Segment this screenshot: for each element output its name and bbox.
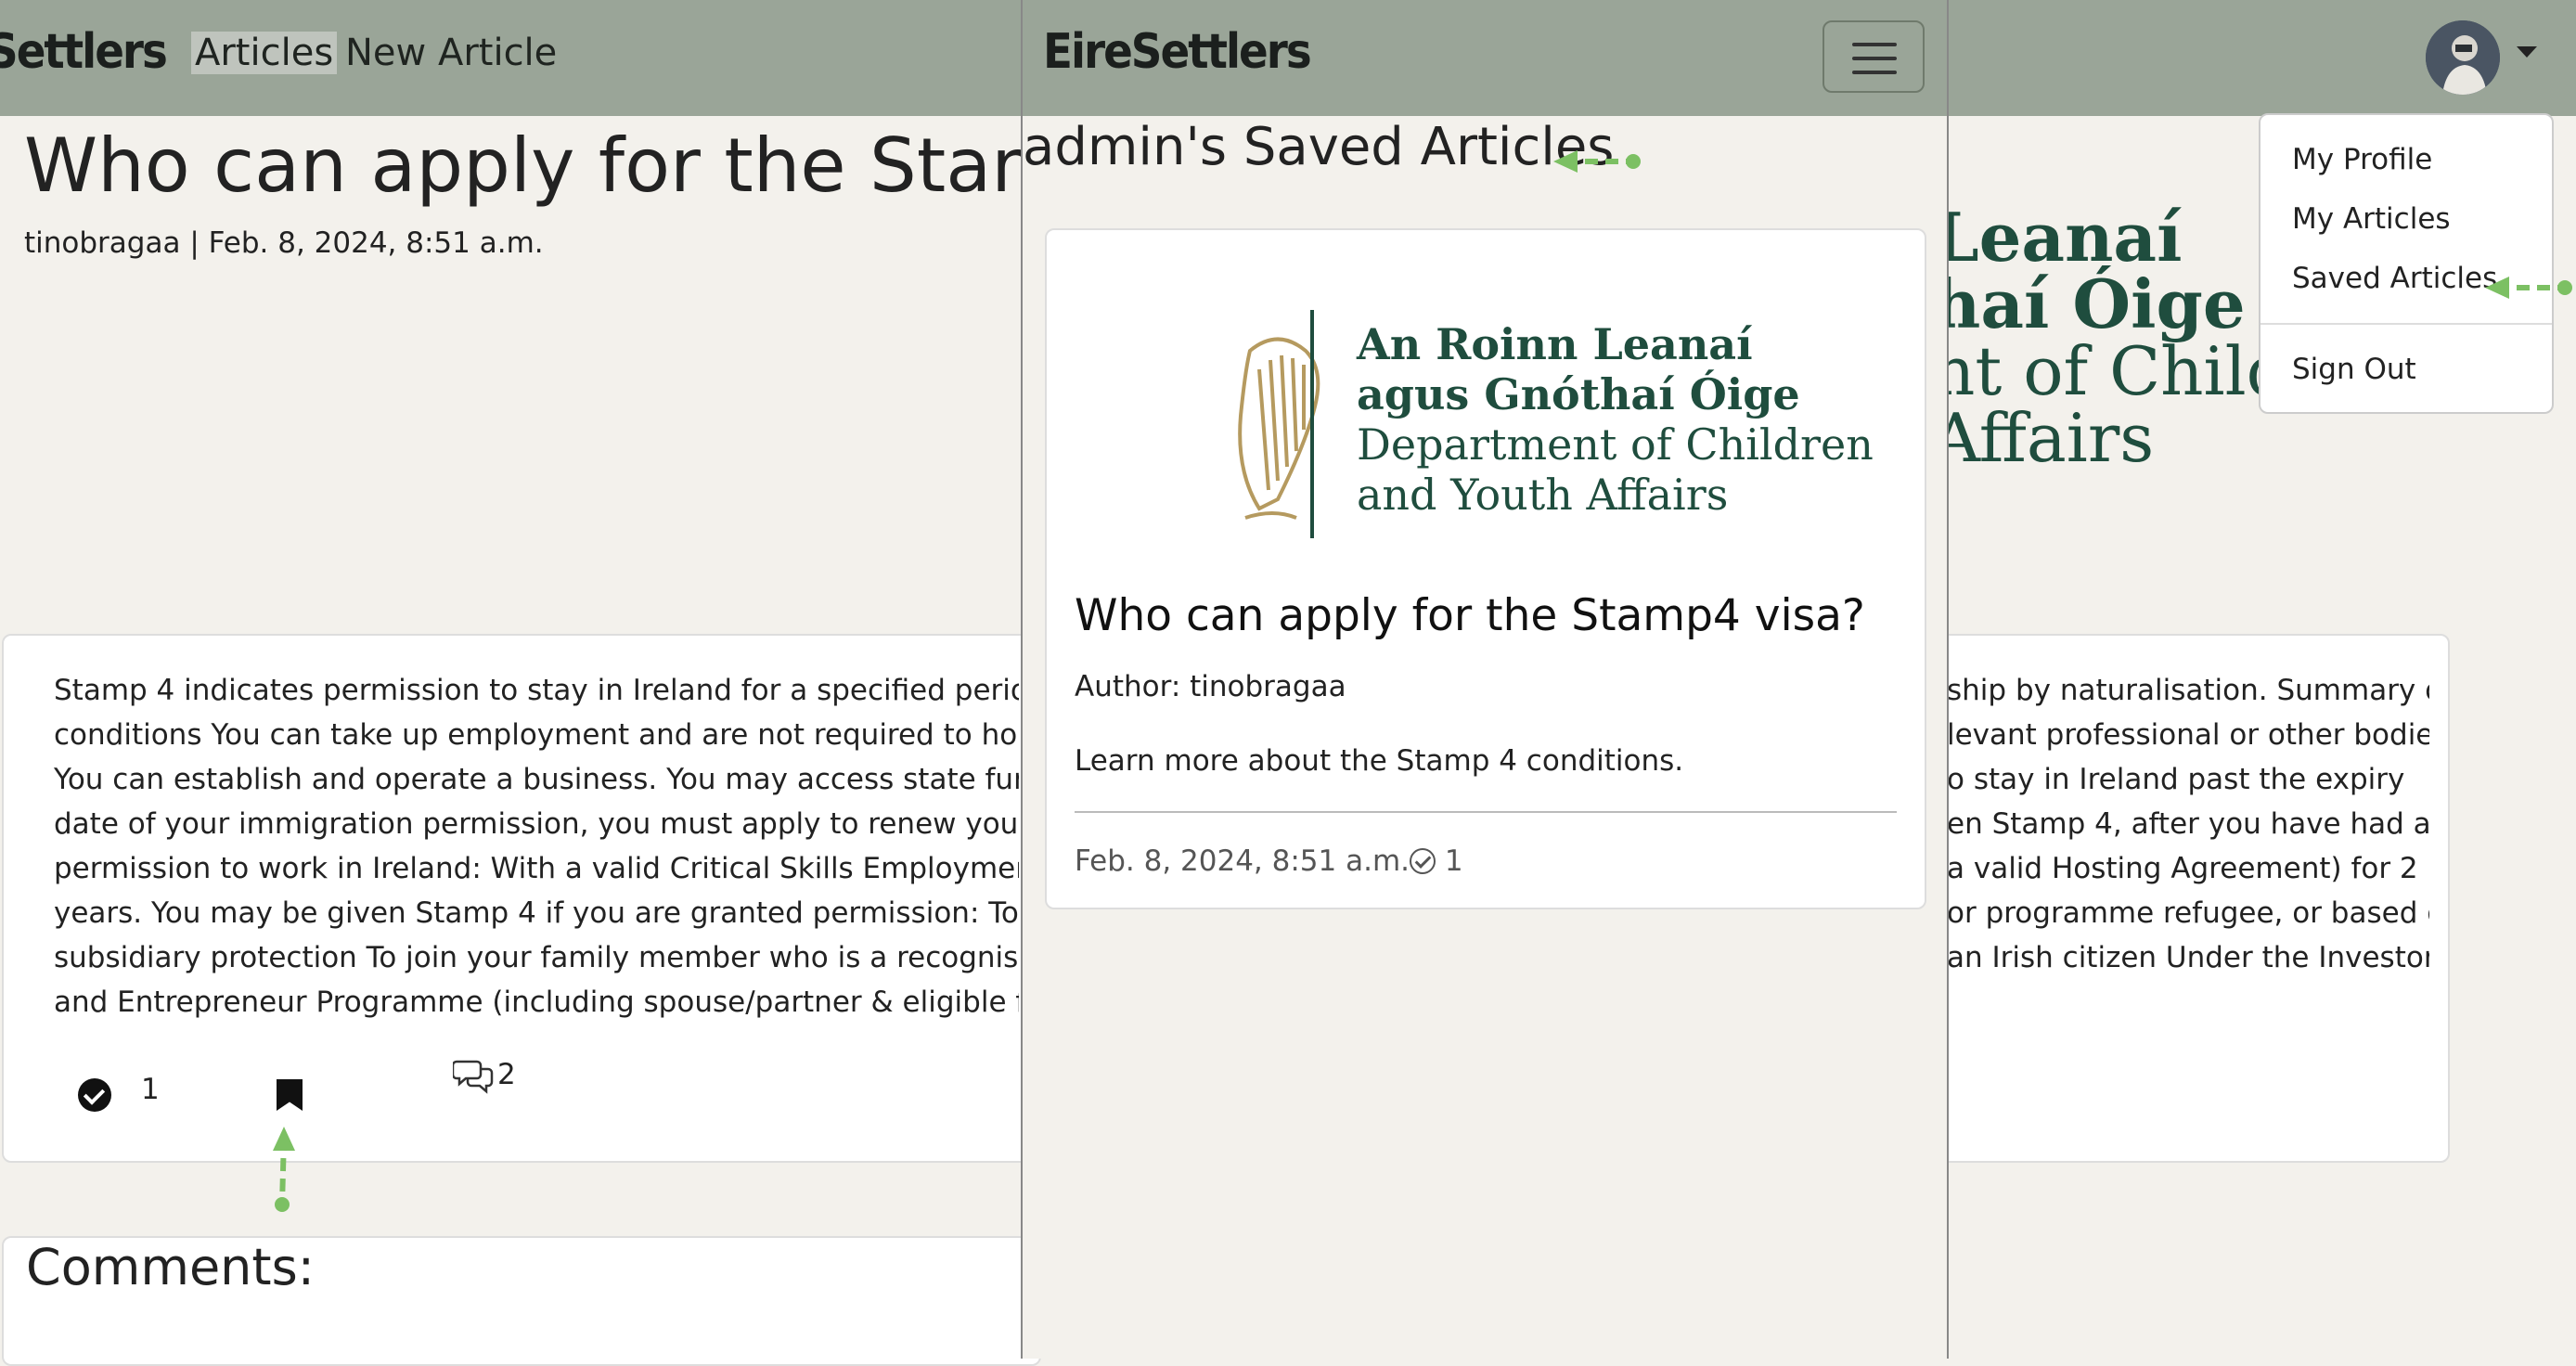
- body-line: date of your immigration permission, you…: [54, 807, 1019, 841]
- body-line: an Irish citizen Under the Investor: [1947, 941, 2429, 974]
- body-line: You can establish and operate a business…: [54, 763, 1019, 796]
- comment-count: 2: [497, 1058, 516, 1091]
- saved-articles-heading: admin's Saved Articles: [1023, 117, 1615, 177]
- body-line: conditions You can take up employment an…: [54, 718, 1019, 752]
- brand-logo[interactable]: Settlers: [0, 24, 168, 80]
- logo-divider: [1310, 310, 1314, 538]
- body-line: permission to work in Ireland: With a va…: [54, 852, 1019, 885]
- hamburger-icon[interactable]: [1823, 20, 1925, 93]
- card-date: Feb. 8, 2024, 8:51 a.m.: [1075, 844, 1410, 878]
- body-line: and Entrepreneur Programme (including sp…: [54, 986, 1019, 1019]
- body-line: ship by naturalisation. Summary of: [1947, 674, 2429, 707]
- menu-saved-articles[interactable]: Saved Articles: [2292, 262, 2497, 295]
- card-footer: Feb. 8, 2024, 8:51 a.m. 1: [1075, 844, 1463, 878]
- check-circle-icon: [1410, 848, 1436, 874]
- body-line: or programme refugee, or based on: [1947, 896, 2429, 930]
- logo-line: and Youth Affairs: [1357, 470, 1729, 520]
- logo-line: An Roinn Leanaí: [1357, 319, 1753, 369]
- avatar[interactable]: [2426, 20, 2500, 95]
- card-title[interactable]: Who can apply for the Stamp4 visa?: [1075, 590, 1865, 641]
- article-body-left: Stamp 4 indicates permission to stay in …: [54, 668, 1019, 1024]
- logo-line: Department of Children: [1357, 419, 1874, 470]
- annotation-arrow-icon: [2485, 277, 2572, 299]
- mobile-view: EireSettlers admin's Saved Articles An R…: [1021, 0, 1949, 1359]
- body-line: o stay in Ireland past the expiry: [1947, 763, 2405, 796]
- card-like-count: 1: [1444, 844, 1463, 878]
- menu-sign-out[interactable]: Sign Out: [2292, 353, 2416, 386]
- body-line: a valid Hosting Agreement) for 2: [1947, 852, 2418, 885]
- body-line: Stamp 4 indicates permission to stay in …: [54, 674, 1019, 707]
- card-divider: [1075, 811, 1897, 813]
- annotation-arrow-icon: [273, 1127, 295, 1212]
- annotation-arrow-icon: [1553, 150, 1641, 173]
- caret-down-icon[interactable]: [2517, 46, 2537, 58]
- card-description: Learn more about the Stamp 4 conditions.: [1075, 744, 1684, 778]
- article-body-right: ship by naturalisation. Summary of levan…: [1947, 668, 2429, 980]
- comments-heading: Comments:: [26, 1238, 315, 1296]
- menu-my-articles[interactable]: My Articles: [2292, 202, 2451, 236]
- image-text-line: Affairs: [1932, 399, 2155, 477]
- like-check-icon[interactable]: [78, 1078, 111, 1112]
- nav-new-article-link[interactable]: New Article: [345, 32, 557, 74]
- body-line: en Stamp 4, after you have had a: [1947, 807, 2429, 841]
- logo-line: agus Gnóthaí Óige: [1357, 369, 1800, 419]
- nav-articles-link[interactable]: Articles: [191, 32, 338, 74]
- card-image-logo: An Roinn Leanaí agus Gnóthaí Óige Depart…: [1357, 319, 1874, 520]
- mobile-brand-logo[interactable]: EireSettlers: [1043, 24, 1312, 80]
- like-count: 1: [141, 1073, 160, 1106]
- user-dropdown-menu: My Profile My Articles Saved Articles Si…: [2259, 113, 2554, 414]
- body-line: levant professional or other bodies.: [1947, 718, 2429, 752]
- body-line: subsidiary protection To join your famil…: [54, 941, 1019, 974]
- menu-my-profile[interactable]: My Profile: [2292, 143, 2432, 176]
- chat-bubbles-icon[interactable]: [453, 1058, 496, 1095]
- article-meta: tinobragaa | Feb. 8, 2024, 8:51 a.m.: [24, 226, 544, 260]
- card-author: Author: tinobragaa: [1075, 670, 1346, 703]
- menu-divider: [2260, 323, 2552, 325]
- body-line: years. You may be given Stamp 4 if you a…: [54, 896, 1019, 930]
